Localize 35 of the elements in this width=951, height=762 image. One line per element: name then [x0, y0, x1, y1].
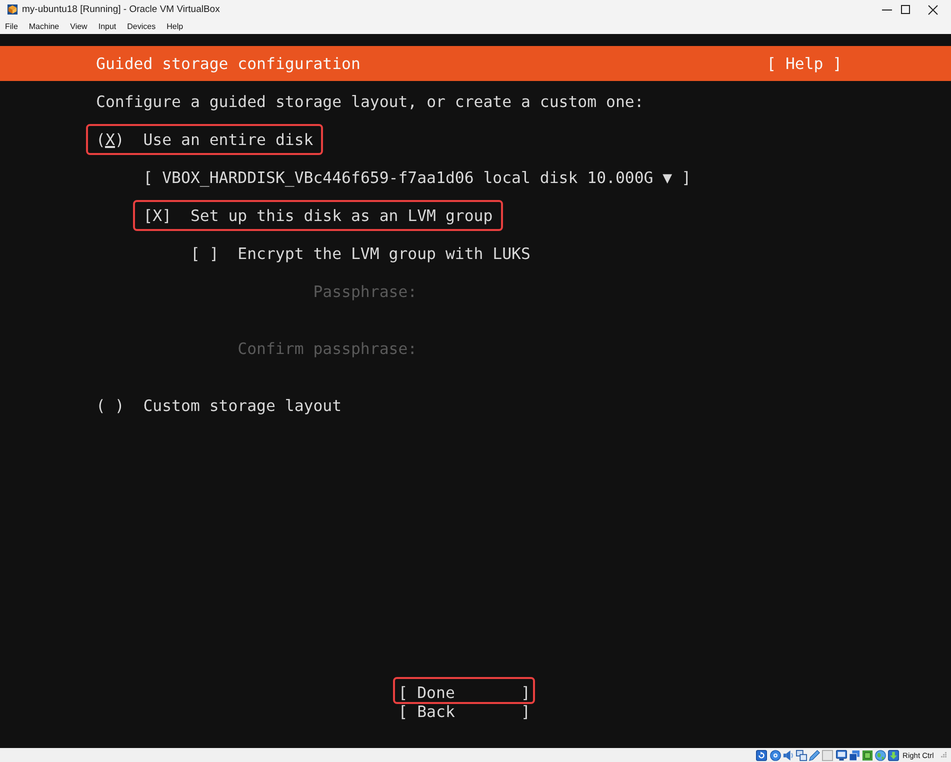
monitor-icon[interactable]: [836, 750, 847, 760]
monitors-icon[interactable]: [796, 750, 808, 760]
checkbox[interactable]: [ ]: [190, 244, 219, 262]
disk-dropdown[interactable]: [ VBOX_HARDDISK_VBc446f659-f7aa1d06 local disk 10.000G ▼ ]: [143, 168, 692, 186]
radio-button[interactable]: (X): [96, 130, 124, 148]
menu-item[interactable]: Machine: [28, 20, 60, 32]
field-label: Passphrase:: [313, 282, 418, 300]
screen-title: Guided storage configuration: [96, 54, 360, 73]
square-arrow-icon[interactable]: [756, 750, 768, 760]
resize-grip-icon[interactable]: [941, 752, 947, 758]
menu-item[interactable]: Devices: [127, 20, 156, 32]
close-icon: [928, 4, 938, 14]
option-label[interactable]: Custom storage layout: [143, 396, 342, 414]
menu-item[interactable]: Input: [98, 20, 116, 32]
option-label[interactable]: Encrypt the LVM group with LUKS: [238, 244, 530, 262]
menu-item[interactable]: Help: [166, 20, 184, 32]
maximize-icon: [900, 5, 910, 14]
down-arrow-icon[interactable]: [888, 750, 900, 760]
menu-item[interactable]: View: [70, 20, 88, 32]
chip-icon[interactable]: [862, 750, 873, 760]
checkbox[interactable]: [X]: [143, 206, 172, 224]
speaker-icon[interactable]: [782, 750, 794, 760]
window-title: my-ubuntu18 [Running] - Oracle VM VirtualBox: [22, 4, 221, 15]
globe-icon[interactable]: [875, 750, 886, 760]
intro-text: Configure a guided storage layout, or create a custom one:: [96, 92, 645, 110]
action-button[interactable]: [ Back ]: [398, 702, 530, 720]
field-label: Confirm passphrase:: [238, 338, 418, 358]
stacked-windows-icon[interactable]: [848, 750, 860, 760]
disc-icon[interactable]: [770, 750, 781, 760]
cube-icon: [7, 4, 18, 15]
menu-item[interactable]: File: [5, 20, 18, 32]
option-label[interactable]: Set up this disk as an LVM group: [190, 206, 493, 224]
radio-button[interactable]: ( ): [96, 396, 124, 414]
option-label[interactable]: Use an entire disk: [143, 130, 314, 148]
action-button[interactable]: [ Done ]: [398, 682, 530, 702]
